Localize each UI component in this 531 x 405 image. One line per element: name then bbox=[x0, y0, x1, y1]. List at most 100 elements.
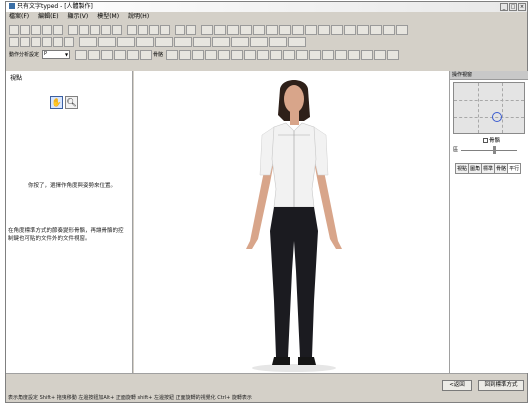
3d-viewport[interactable] bbox=[134, 71, 449, 373]
reset-standard-button[interactable]: 回到標準方式 bbox=[478, 380, 524, 391]
foot-icon[interactable] bbox=[370, 24, 382, 35]
slider-thumb[interactable] bbox=[493, 146, 496, 154]
pose-icon[interactable] bbox=[383, 24, 395, 35]
bone-11-icon[interactable] bbox=[296, 49, 309, 60]
menu-model[interactable]: 模型(M) bbox=[97, 13, 119, 20]
bone-13-icon[interactable] bbox=[322, 49, 335, 60]
bone-16-icon[interactable] bbox=[361, 49, 374, 60]
tab-standard[interactable]: 標準 bbox=[481, 163, 496, 174]
print-icon[interactable] bbox=[42, 24, 52, 35]
preview-icon[interactable] bbox=[53, 24, 63, 35]
select-icon[interactable] bbox=[127, 24, 137, 35]
rotate-icon[interactable] bbox=[138, 24, 148, 35]
front-view-icon[interactable] bbox=[9, 36, 19, 47]
wire-icon[interactable] bbox=[79, 36, 97, 47]
bone-checkbox[interactable]: 骨骼 bbox=[483, 136, 528, 144]
motion-2-icon[interactable] bbox=[88, 49, 101, 60]
maximize-button[interactable]: □ bbox=[509, 3, 517, 11]
solid-icon[interactable] bbox=[98, 36, 116, 47]
motion-4-icon[interactable] bbox=[114, 49, 127, 60]
mirror-icon[interactable] bbox=[266, 24, 278, 35]
bone-6-icon[interactable] bbox=[231, 49, 244, 60]
menu-file[interactable]: 檔案(F) bbox=[9, 13, 29, 20]
help-icon[interactable] bbox=[175, 24, 185, 35]
fit-icon[interactable] bbox=[231, 36, 249, 47]
tab-angle[interactable]: 圖角 bbox=[468, 163, 483, 174]
grid-icon[interactable] bbox=[201, 24, 213, 35]
bone-17-icon[interactable] bbox=[374, 49, 387, 60]
cut-icon[interactable] bbox=[90, 24, 100, 35]
hand-icon[interactable]: ✋ bbox=[50, 96, 63, 109]
undo-icon[interactable] bbox=[68, 24, 78, 35]
tab-parallel[interactable]: 平行 bbox=[507, 163, 522, 174]
target-crosshair-icon[interactable] bbox=[492, 112, 502, 122]
frame-icon[interactable] bbox=[253, 24, 265, 35]
motion-6-icon[interactable] bbox=[140, 49, 153, 60]
bone-15-icon[interactable] bbox=[348, 49, 361, 60]
tab-bone[interactable]: 骨骼 bbox=[494, 163, 509, 174]
texture-icon[interactable] bbox=[117, 36, 135, 47]
copy-icon[interactable] bbox=[101, 24, 111, 35]
right-panel: 操作視窗 骨骼 區 視點 圖角 標準 骨骼 平行 bbox=[449, 71, 528, 373]
background-icon[interactable] bbox=[212, 36, 230, 47]
shade-icon[interactable] bbox=[136, 36, 154, 47]
arrow-play-icon[interactable] bbox=[288, 36, 306, 47]
zoom-icon[interactable] bbox=[149, 24, 159, 35]
menu-edit[interactable]: 編輯(E) bbox=[38, 13, 58, 20]
camera-icon[interactable] bbox=[240, 24, 252, 35]
bone-4-icon[interactable] bbox=[205, 49, 218, 60]
checkbox-icon[interactable] bbox=[483, 138, 488, 143]
motion-1-icon[interactable] bbox=[75, 49, 88, 60]
new-icon[interactable] bbox=[9, 24, 19, 35]
bone-12-icon[interactable] bbox=[309, 49, 322, 60]
bone-3-icon[interactable] bbox=[192, 49, 205, 60]
body-icon[interactable] bbox=[305, 24, 317, 35]
magnifier-icon[interactable]: 🔍︎ bbox=[65, 96, 78, 109]
menu-view[interactable]: 顯示(V) bbox=[67, 13, 88, 20]
right-view-icon[interactable] bbox=[42, 36, 52, 47]
bone-2-icon[interactable] bbox=[179, 49, 192, 60]
motion-5-icon[interactable] bbox=[127, 49, 140, 60]
motion-combo[interactable]: P bbox=[42, 50, 71, 59]
redo-icon[interactable] bbox=[79, 24, 89, 35]
save-icon[interactable] bbox=[31, 24, 41, 35]
arrow-left-icon[interactable] bbox=[250, 36, 268, 47]
paste-icon[interactable] bbox=[112, 24, 122, 35]
skeleton-icon[interactable] bbox=[155, 36, 173, 47]
joint-icon[interactable] bbox=[292, 24, 304, 35]
top-view-icon[interactable] bbox=[53, 36, 63, 47]
back-view-icon[interactable] bbox=[20, 36, 30, 47]
back-button[interactable]: <返回 bbox=[442, 380, 472, 391]
ground-icon[interactable] bbox=[174, 36, 192, 47]
bone-9-icon[interactable] bbox=[270, 49, 283, 60]
shadow-icon[interactable] bbox=[193, 36, 211, 47]
context-help-icon[interactable] bbox=[186, 24, 196, 35]
bone-18-icon[interactable] bbox=[387, 49, 400, 60]
arrow-right-icon[interactable] bbox=[269, 36, 287, 47]
bone-icon[interactable] bbox=[279, 24, 291, 35]
bottom-view-icon[interactable] bbox=[64, 36, 74, 47]
hand-icon[interactable] bbox=[357, 24, 369, 35]
tab-viewpoint[interactable]: 視點 bbox=[455, 163, 470, 174]
bone-8-icon[interactable] bbox=[257, 49, 270, 60]
navigation-map[interactable] bbox=[453, 82, 525, 134]
light-icon[interactable] bbox=[227, 24, 239, 35]
bone-5-icon[interactable] bbox=[218, 49, 231, 60]
bone-10-icon[interactable] bbox=[283, 49, 296, 60]
axis-icon[interactable] bbox=[214, 24, 226, 35]
bone-14-icon[interactable] bbox=[335, 49, 348, 60]
arm-icon[interactable] bbox=[318, 24, 330, 35]
menu-help[interactable]: 說明(H) bbox=[128, 13, 149, 20]
pan-icon[interactable] bbox=[160, 24, 170, 35]
reset-icon[interactable] bbox=[396, 24, 408, 35]
close-button[interactable]: × bbox=[518, 3, 526, 11]
head-icon[interactable] bbox=[344, 24, 356, 35]
motion-3-icon[interactable] bbox=[101, 49, 114, 60]
minimize-button[interactable]: _ bbox=[500, 3, 508, 11]
leg-icon[interactable] bbox=[331, 24, 343, 35]
bone-7-icon[interactable] bbox=[244, 49, 257, 60]
open-icon[interactable] bbox=[20, 24, 30, 35]
left-view-icon[interactable] bbox=[31, 36, 41, 47]
slider[interactable]: 區 bbox=[453, 145, 525, 155]
bone-1-icon[interactable] bbox=[166, 49, 179, 60]
